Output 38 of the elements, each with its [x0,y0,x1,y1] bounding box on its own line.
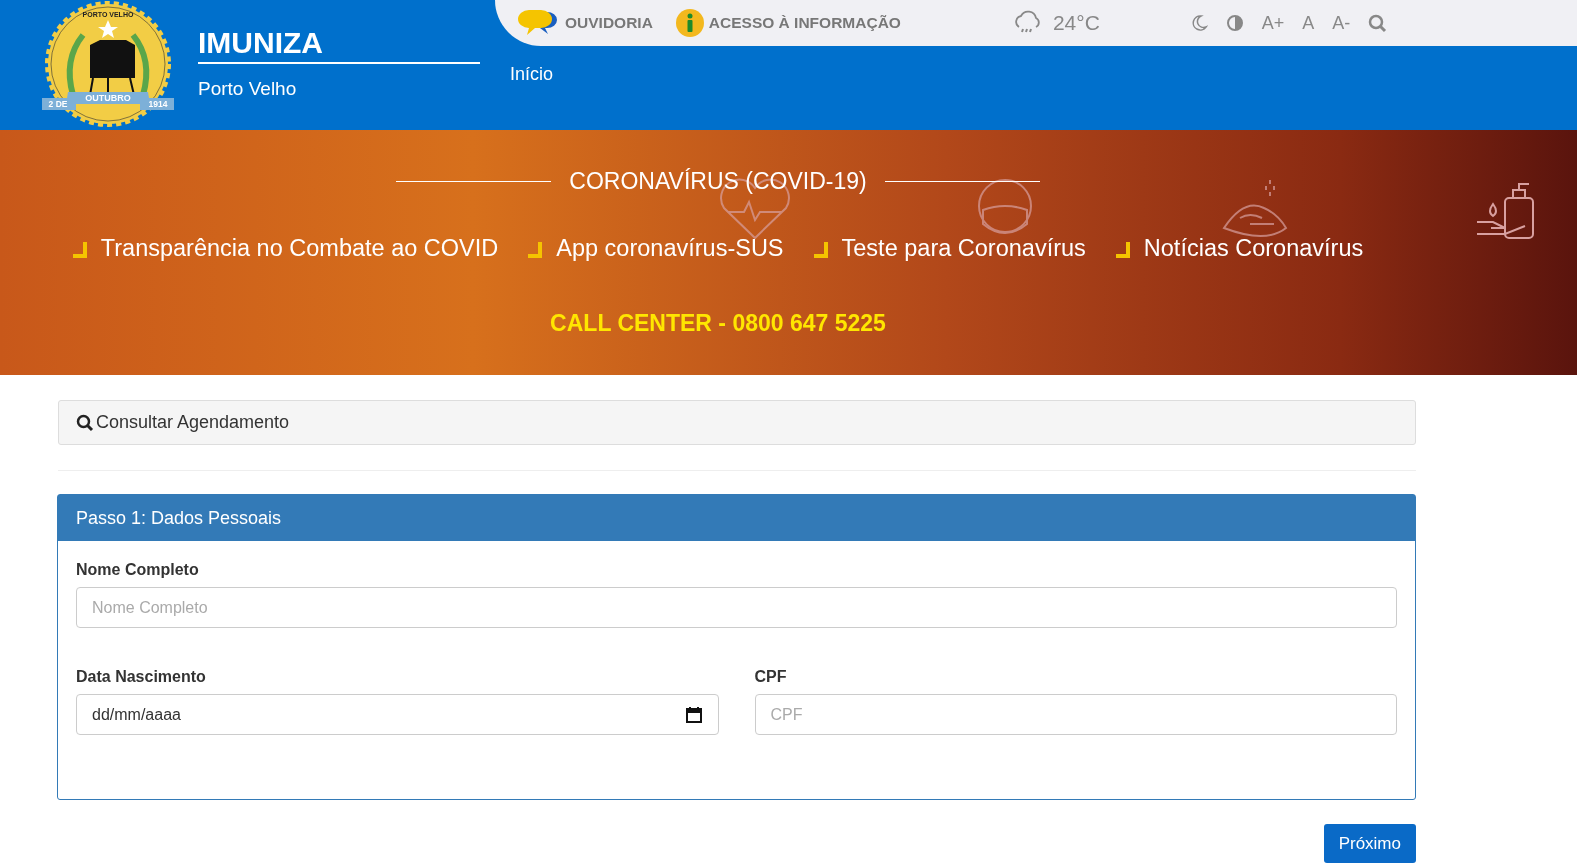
nav-link[interactable]: Início [510,64,554,85]
corner-bullet-icon [813,242,828,258]
next-button[interactable]: Próximo [1323,824,1416,863]
corner-bullet-icon [1115,242,1130,258]
input-field[interactable]: CPF [754,694,1397,735]
call-center-text: CALL CENTER - 0800 647 5225 [550,310,886,337]
banner-link[interactable]: Notícias Coronavírus [1143,235,1364,262]
consult-schedule-bar[interactable]: Consultar Agendamento [58,400,1416,445]
banner-link[interactable]: Transparência no Combate ao COVID [100,235,499,262]
banner-link[interactable]: Teste para Coronavírus [841,235,1086,262]
consult-schedule-text: Consultar Agendamento [96,412,290,433]
site-title: IMUNIZA [198,26,480,64]
input-field[interactable]: Nome Completo [76,587,1397,628]
field-label: Nome Completo [76,561,200,579]
field-label: Data Nascimento [76,668,207,686]
contrast-icon[interactable] [1225,14,1244,32]
banner-link[interactable]: App coronavírus-SUS [556,235,784,262]
font-size-button[interactable]: A [1302,12,1315,34]
emblem-ribbon-text: OUTUBRO [85,93,131,103]
font-size-button[interactable]: A+ [1261,12,1285,34]
calendar-icon[interactable] [684,705,703,724]
site-subtitle: Porto Velho [198,78,297,100]
corner-bullet-icon [528,242,543,258]
step-panel-header: Passo 1: Dados Pessoais [58,495,1415,541]
topbar-link[interactable]: OUVIDORIA [517,8,653,38]
info-icon [674,8,705,38]
field-label: CPF [754,668,788,686]
search-icon [76,413,94,432]
font-size-button[interactable]: A- [1332,12,1351,34]
emblem-right-text: 1914 [148,99,168,109]
banner-title: CORONAVÍRUS (COVID-19) [569,168,867,195]
emblem-left-text: 2 DE [48,99,68,109]
topbar-link[interactable]: ACESSO À INFORMAÇÃO [674,8,901,38]
corner-bullet-icon [72,242,87,258]
search-icon[interactable] [1368,13,1388,33]
date-field[interactable]: dd/mm/aaaa [76,694,719,735]
temperature-text: 24°C [1052,11,1100,35]
date-format-text: dd/mm/aaaa [92,705,181,724]
